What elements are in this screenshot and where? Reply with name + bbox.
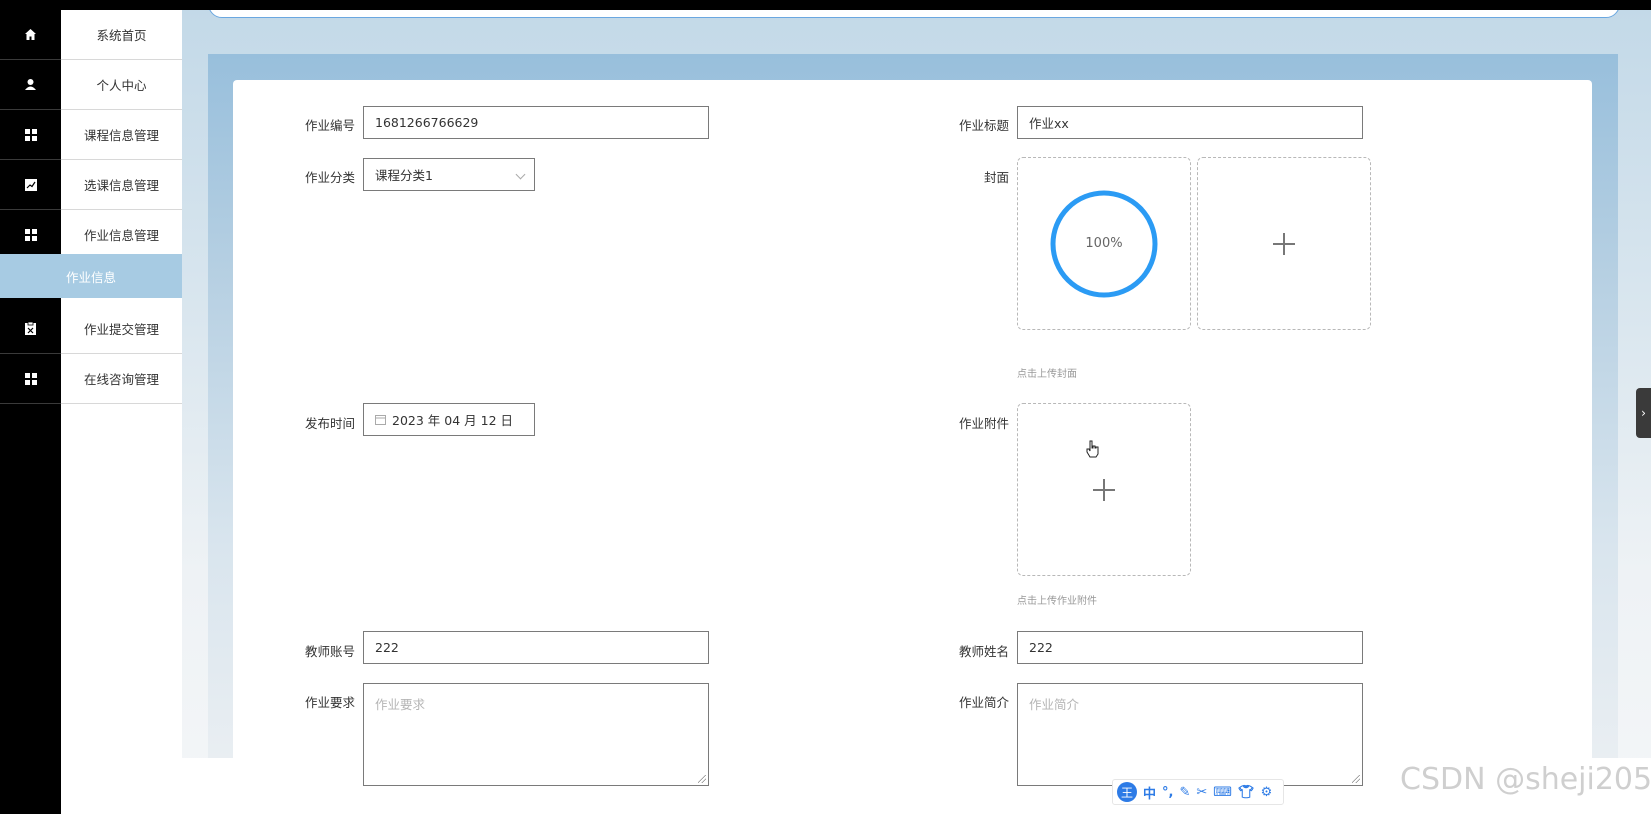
keyboard-icon[interactable]: ⌨: [1213, 785, 1232, 800]
attachment-upload-tip: 点击上传作业附件: [1017, 596, 1097, 607]
publish-time-label: 发布时间: [304, 416, 355, 431]
hw-title-label: 作业标题: [958, 118, 1009, 133]
publish-time-value: 2023 年 04 月 12 日: [392, 413, 513, 428]
clipboard-icon[interactable]: [0, 304, 61, 354]
resize-handle-icon[interactable]: [698, 775, 706, 783]
ime-mode-toggle[interactable]: 中: [1143, 783, 1156, 802]
chart-icon[interactable]: [0, 160, 61, 210]
cover-upload-tip: 点击上传封面: [1017, 369, 1077, 380]
watermark: CSDN @sheji205: [1400, 762, 1651, 797]
sidebar-icon-column: [0, 10, 61, 814]
requirement-label: 作业要求: [304, 695, 355, 710]
resize-handle-icon[interactable]: [1352, 775, 1360, 783]
category-select[interactable]: 课程分类1: [363, 158, 535, 191]
window-top-edge: [0, 0, 1651, 10]
category-value: 课程分类1: [375, 168, 433, 183]
skin-icon[interactable]: 👕︎: [1238, 785, 1255, 800]
grid-icon[interactable]: [0, 210, 61, 260]
requirement-placeholder: 作业要求: [375, 697, 426, 712]
intro-textarea[interactable]: 作业简介: [1017, 683, 1363, 786]
calendar-icon: [375, 415, 386, 425]
cover-label: 封面: [983, 170, 1009, 185]
sidebar-item-home[interactable]: 系统首页: [61, 10, 182, 60]
hw-no-input[interactable]: 1681266766629: [363, 106, 709, 139]
ime-toolbar[interactable]: 王 中 °, ✎ ✂ ⌨ 👕︎ ⚙: [1112, 779, 1284, 805]
publish-time-input[interactable]: 2023 年 04 月 12 日: [363, 403, 535, 436]
side-expand-handle[interactable]: ›: [1636, 388, 1651, 438]
teacher-name-label: 教师姓名: [958, 644, 1009, 659]
chevron-down-icon: [515, 169, 526, 180]
sidebar-item-consult[interactable]: 在线咨询管理: [61, 354, 182, 404]
intro-placeholder: 作业简介: [1029, 697, 1080, 712]
grid-icon[interactable]: [0, 354, 61, 404]
chevron-right-icon: ›: [1641, 406, 1646, 420]
teacher-name-input[interactable]: 222: [1017, 631, 1363, 664]
attachment-label: 作业附件: [958, 416, 1009, 431]
hand-cursor-icon: [1086, 440, 1100, 463]
intro-label: 作业简介: [958, 695, 1009, 710]
user-icon[interactable]: [0, 60, 61, 110]
category-label: 作业分类: [304, 170, 355, 185]
teacher-account-input[interactable]: 222: [363, 631, 709, 664]
sidebar-subitem-homework-info[interactable]: 作业信息: [0, 254, 182, 298]
plus-icon: [1273, 232, 1295, 255]
sidebar-item-homework[interactable]: 作业信息管理: [61, 210, 182, 260]
ime-logo-icon[interactable]: 王: [1117, 782, 1137, 802]
sidebar-item-profile[interactable]: 个人中心: [61, 60, 182, 110]
cover-upload-button[interactable]: [1197, 157, 1371, 330]
hw-no-label: 作业编号: [304, 118, 355, 133]
requirement-textarea[interactable]: 作业要求: [363, 683, 709, 786]
sidebar-item-submission[interactable]: 作业提交管理: [61, 304, 182, 354]
punctuation-icon[interactable]: °,: [1162, 785, 1173, 800]
plus-icon: [1093, 478, 1115, 501]
home-icon[interactable]: [0, 10, 61, 60]
settings-icon[interactable]: ⚙: [1261, 785, 1273, 800]
upload-progress-text: 100%: [1085, 236, 1123, 251]
teacher-account-label: 教师账号: [304, 644, 355, 659]
sidebar-subitem-label: 作业信息: [66, 269, 117, 285]
cover-preview: 100%: [1017, 157, 1191, 330]
scissors-icon[interactable]: ✂: [1196, 785, 1207, 800]
sidebar-item-selection[interactable]: 选课信息管理: [61, 160, 182, 210]
teacher-name-value: 222: [1029, 640, 1053, 655]
teacher-account-value: 222: [375, 640, 399, 655]
hw-title-value: 作业xx: [1029, 116, 1069, 131]
grid-icon[interactable]: [0, 110, 61, 160]
hw-no-value: 1681266766629: [375, 115, 479, 130]
hw-title-input[interactable]: 作业xx: [1017, 106, 1363, 139]
attachment-upload-button[interactable]: [1017, 403, 1191, 576]
pen-icon[interactable]: ✎: [1179, 785, 1190, 800]
sidebar-item-course[interactable]: 课程信息管理: [61, 110, 182, 160]
sidebar-menu: 系统首页 个人中心 课程信息管理 选课信息管理 作业信息管理 作业提交管理 在线…: [61, 10, 182, 814]
